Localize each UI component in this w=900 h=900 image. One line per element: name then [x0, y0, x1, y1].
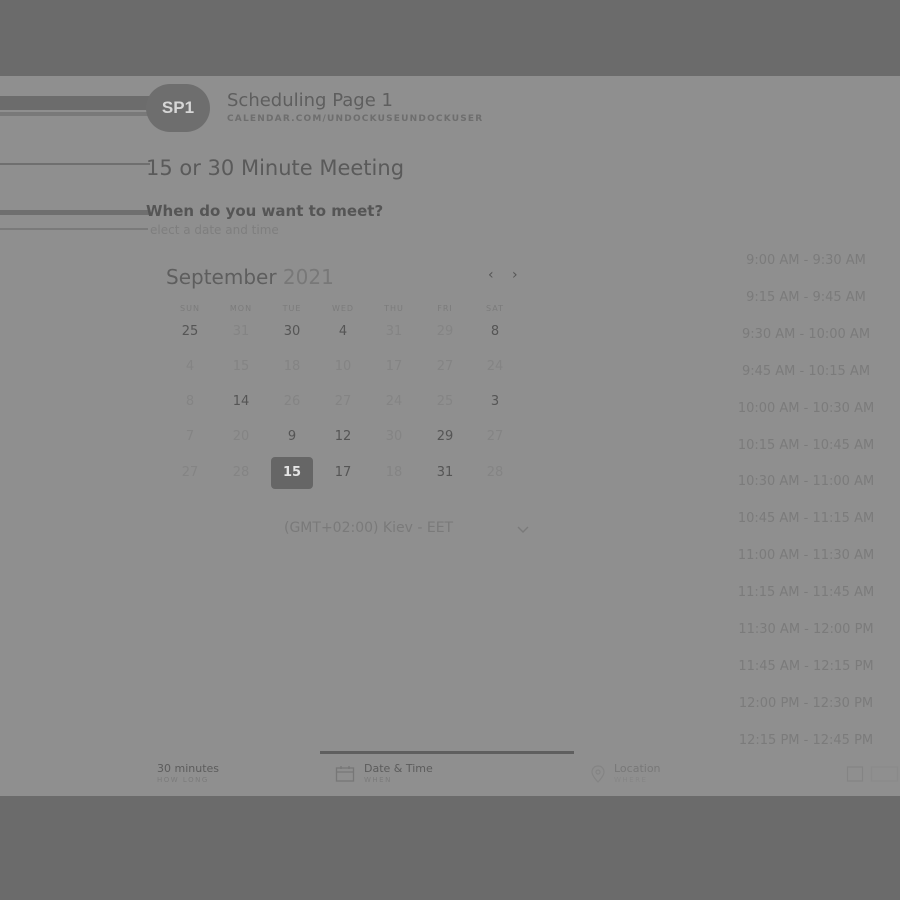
timeslot-option[interactable]: 9:15 AM - 9:45 AM [730, 290, 882, 305]
calendar-day: 27 [486, 429, 504, 444]
modal-backdrop-top [0, 0, 900, 76]
weekday-label: FRI [437, 304, 453, 313]
timeslot-option[interactable]: 12:15 PM - 12:45 PM [730, 733, 882, 748]
calendar-day: 15 [232, 359, 250, 374]
calendar-day[interactable]: 31 [424, 457, 466, 489]
chevron-down-icon [517, 526, 529, 533]
sidebar-artifact [0, 163, 150, 165]
calendar-day[interactable]: 9 [271, 421, 313, 453]
weekday-label: MON [229, 304, 253, 313]
calendar-day: 27 [436, 359, 454, 374]
timeslot-option[interactable]: 10:15 AM - 10:45 AM [730, 438, 882, 453]
timezone-select[interactable]: (GMT+02:00) Kiev - EET [284, 519, 534, 541]
timeslot-option[interactable]: 11:15 AM - 11:45 AM [730, 585, 882, 600]
calendar-day: 31 [232, 324, 250, 339]
weekday-label: SUN [180, 304, 200, 313]
timeslot-option[interactable]: 9:30 AM - 10:00 AM [730, 327, 882, 342]
timezone-label: (GMT+02:00) Kiev - EET [284, 520, 454, 536]
step-datetime[interactable]: Date & Time WHEN [364, 762, 433, 784]
weekday-label: THU [384, 304, 404, 313]
step-duration-value: 30 minutes [157, 762, 220, 775]
calendar-day: 28 [486, 465, 504, 480]
calendar-day: 20 [232, 429, 250, 444]
calendar-day[interactable]: 30 [271, 316, 313, 348]
timeslot-option[interactable]: 11:45 AM - 12:15 PM [730, 659, 882, 674]
calendar-day: 4 [185, 359, 195, 374]
calendar-month: September [166, 265, 277, 289]
calendar-day[interactable]: 4 [322, 316, 364, 348]
calendar-day: 24 [486, 359, 504, 374]
calendar-day: 31 [385, 324, 403, 339]
calendar-day: 17 [385, 359, 403, 374]
timeslot-option[interactable]: 10:30 AM - 11:00 AM [730, 474, 882, 489]
step-question: When do you want to meet? [146, 202, 384, 220]
timeslot-option[interactable]: 9:00 AM - 9:30 AM [730, 253, 882, 268]
calendar-day: 28 [232, 465, 250, 480]
timeslot-option[interactable]: 11:00 AM - 11:30 AM [730, 548, 882, 563]
calendar-day: 24 [385, 394, 403, 409]
sidebar-artifact [0, 228, 148, 230]
calendar-year: 2021 [282, 265, 334, 289]
weekday-label: TUE [282, 304, 302, 313]
step-duration-label: HOW LONG [157, 776, 209, 784]
calendar-day[interactable]: 12 [322, 421, 364, 453]
details-icon [870, 766, 899, 782]
calendar-day[interactable]: 29 [424, 421, 466, 453]
details-icon [846, 766, 864, 782]
scheduling-page-name: Scheduling Page 1 [227, 90, 393, 111]
calendar-day: 8 [185, 394, 195, 409]
scheduling-page-url[interactable]: CALENDAR.COM/UNDOCKUSEUNDOCKUSER [227, 114, 483, 124]
calendar-day-selected[interactable]: 15 [271, 457, 313, 489]
step-location[interactable]: Location WHERE [614, 762, 661, 784]
step-datetime-label: WHEN [364, 776, 392, 784]
calendar-day: 10 [334, 359, 352, 374]
weekday-label: WED [331, 304, 355, 313]
timeslot-option[interactable]: 9:45 AM - 10:15 AM [730, 364, 882, 379]
calendar-day[interactable]: 8 [474, 316, 516, 348]
step-progress-bar [320, 751, 574, 754]
calendar-day: 30 [385, 429, 403, 444]
calendar-day[interactable]: 17 [322, 457, 364, 489]
calendar-day: 7 [185, 429, 195, 444]
calendar-month-label: September 2021 [166, 265, 334, 289]
calendar-day: 26 [283, 394, 301, 409]
location-pin-icon [591, 765, 605, 783]
scheduling-panel: SP1 Scheduling Page 1 CALENDAR.COM/UNDOC… [0, 76, 900, 796]
step-location-value: Location [614, 762, 661, 775]
step-duration[interactable]: 30 minutes HOW LONG [157, 762, 219, 784]
calendar-icon [335, 766, 355, 782]
weekday-label: SAT [486, 304, 504, 313]
sidebar-artifact [0, 210, 150, 215]
sidebar-artifact [0, 96, 150, 110]
step-location-label: WHERE [614, 776, 648, 784]
calendar-day: 18 [385, 465, 403, 480]
next-month-button[interactable]: › [512, 267, 518, 283]
calendar-day[interactable]: 14 [220, 386, 262, 418]
calendar-day: 18 [283, 359, 301, 374]
previous-month-button[interactable]: ‹ [488, 267, 494, 283]
step-subtitle: elect a date and time [150, 223, 279, 237]
avatar: SP1 [146, 84, 210, 132]
timeslot-option[interactable]: 11:30 AM - 12:00 PM [730, 622, 882, 637]
timeslot-option[interactable]: 10:00 AM - 10:30 AM [730, 401, 882, 416]
sidebar-artifact [0, 112, 148, 116]
calendar-day: 25 [436, 394, 454, 409]
calendar-day: 27 [334, 394, 352, 409]
timeslot-option[interactable]: 12:00 PM - 12:30 PM [730, 696, 882, 711]
step-datetime-value: Date & Time [364, 762, 433, 775]
modal-backdrop-bottom [0, 796, 900, 900]
calendar-day: 29 [436, 324, 454, 339]
event-title: 15 or 30 Minute Meeting [146, 156, 405, 180]
timeslot-option[interactable]: 10:45 AM - 11:15 AM [730, 511, 882, 526]
calendar-day[interactable]: 3 [474, 386, 516, 418]
calendar-day[interactable]: 25 [169, 316, 211, 348]
calendar-day: 27 [181, 465, 199, 480]
